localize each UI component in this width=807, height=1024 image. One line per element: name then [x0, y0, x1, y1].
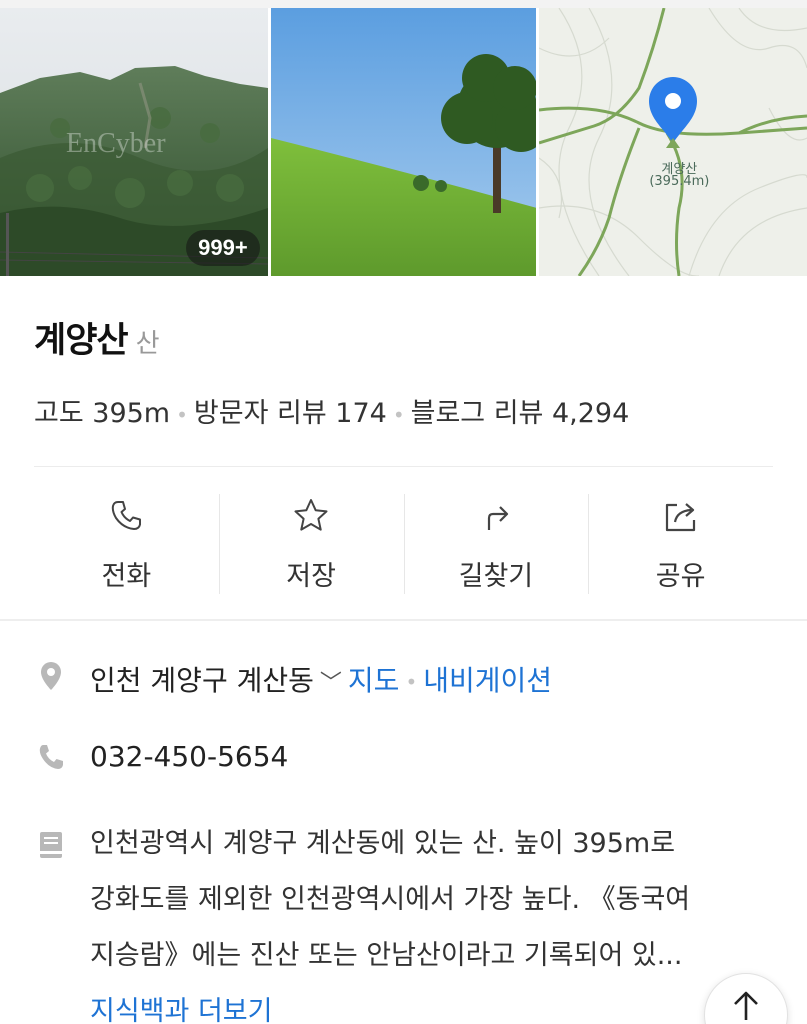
- phone-icon: [39, 745, 63, 769]
- separator-dot: •: [405, 670, 418, 694]
- address-text[interactable]: 인천 계양구 계산동: [90, 664, 314, 697]
- call-label: 전화: [101, 561, 152, 592]
- description-text: 인천광역시 계양구 계산동에 있는 산. 높이 395m로 강화도를 제외한 인…: [90, 816, 770, 1024]
- phone-row: 032-450-5654: [34, 740, 288, 774]
- chevron-down-icon[interactable]: ﹀: [320, 671, 342, 696]
- call-button[interactable]: 전화: [34, 494, 219, 594]
- description-row: 인천광역시 계양구 계산동에 있는 산. 높이 395m로 강화도를 제외한 인…: [34, 828, 770, 1024]
- description-line: 인천광역시 계양구 계산동에 있는 산. 높이 395m로: [90, 828, 676, 859]
- directions-label: 길찾기: [458, 561, 534, 592]
- place-stats: 고도 395m • 방문자 리뷰 174 • 블로그 리뷰 4,294: [34, 391, 629, 430]
- location-pin-icon: [41, 662, 61, 690]
- arrow-up-icon: [734, 991, 758, 1020]
- gallery-map-thumbnail[interactable]: 계양산 (395.4m): [539, 8, 807, 276]
- navigation-link[interactable]: 내비게이션: [423, 664, 552, 697]
- directions-button[interactable]: 길찾기: [403, 494, 589, 594]
- directions-icon: [487, 506, 508, 530]
- blog-reviews-link[interactable]: 블로그 리뷰 4,294: [411, 398, 630, 429]
- place-title: 계양산: [34, 321, 129, 361]
- top-strip: [0, 0, 807, 8]
- save-label: 저장: [286, 561, 336, 592]
- phone-number[interactable]: 032-450-5654: [90, 740, 288, 773]
- separator-dot: •: [176, 402, 188, 427]
- elevation-stat: 고도 395m: [34, 398, 171, 429]
- photo-count-badge[interactable]: 999+: [186, 230, 260, 266]
- place-category: 산: [135, 329, 160, 359]
- gallery-photo-meadow[interactable]: [270, 8, 537, 276]
- save-button[interactable]: 저장: [218, 494, 404, 594]
- gallery-photo-mountain[interactable]: EnCyber 999+: [0, 8, 268, 276]
- description-line: 지승람》에는 진산 또는 안남산이라고 기록되어 있...: [90, 940, 683, 971]
- book-icon: [40, 832, 62, 858]
- star-icon: [294, 499, 328, 531]
- address-row: 인천 계양구 계산동 ﹀ 지도 • 내비게이션: [34, 659, 552, 699]
- separator-dot: •: [392, 402, 405, 427]
- visitor-reviews-link[interactable]: 방문자 리뷰 174: [194, 398, 387, 429]
- action-bar: 전화 저장 길찾기 공유: [34, 494, 773, 594]
- phone-icon: [112, 501, 142, 530]
- map-link[interactable]: 지도: [348, 664, 400, 697]
- description-line: 강화도를 제외한 인천광역시에서 가장 높다. 《동국여: [90, 884, 691, 915]
- share-label: 공유: [655, 561, 706, 592]
- share-button[interactable]: 공유: [588, 494, 773, 594]
- place-header: 계양산 산: [34, 312, 160, 363]
- section-divider: [0, 619, 807, 621]
- divider: [34, 466, 773, 467]
- share-icon: [665, 503, 695, 532]
- photo-gallery[interactable]: EnCyber 999+ 계양산 (395.4m): [0, 8, 807, 276]
- map-peak-elevation: (395.4m): [649, 174, 710, 189]
- photo-watermark: EnCyber: [66, 128, 166, 159]
- encyclopedia-more-link[interactable]: 지식백과 더보기: [90, 984, 770, 1024]
